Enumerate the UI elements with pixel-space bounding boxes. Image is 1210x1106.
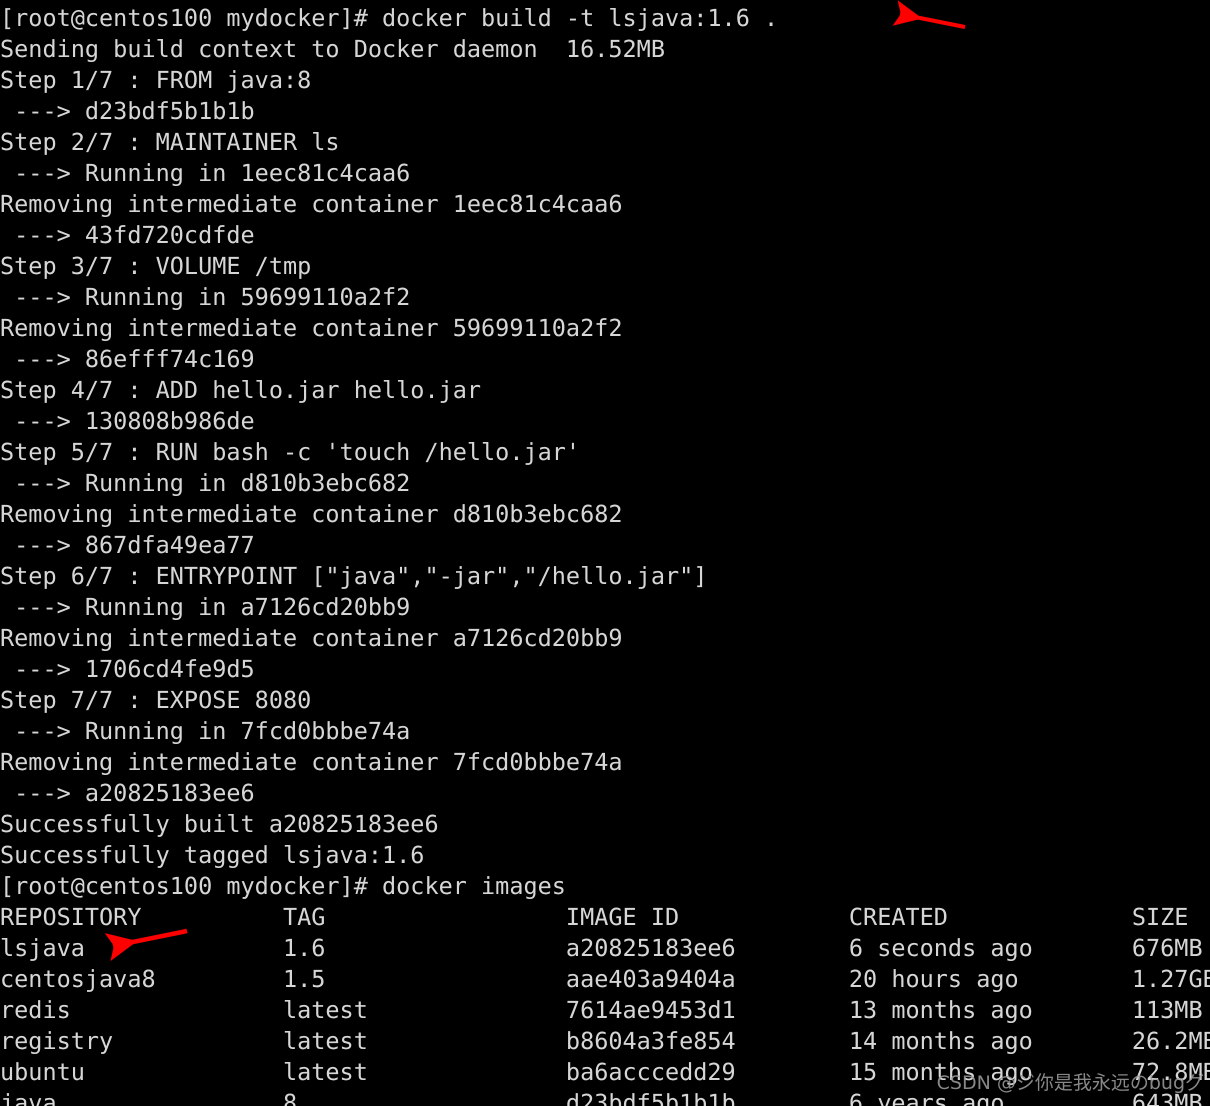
terminal-line: ---> Running in 59699110a2f2 (0, 283, 411, 311)
terminal-line: Step 1/7 : FROM java:8 (0, 66, 312, 94)
terminal-line: Step 5/7 : RUN bash -c 'touch /hello.jar… (0, 438, 581, 466)
terminal-line: Removing intermediate container 1eec81c4… (0, 190, 623, 218)
terminal-line: [root@centos100 mydocker]# docker build … (0, 4, 779, 32)
terminal-line: Step 4/7 : ADD hello.jar hello.jar (0, 376, 482, 404)
arrow-build-command (892, 0, 966, 30)
terminal-line: ---> 86efff74c169 (0, 345, 255, 373)
terminal-line: Removing intermediate container d810b3eb… (0, 500, 623, 528)
terminal-line: ---> 43fd720cdfde (0, 221, 255, 249)
terminal-line: Step 7/7 : EXPOSE 8080 (0, 686, 312, 714)
terminal-line: ---> 867dfa49ea77 (0, 531, 255, 559)
terminal-line: ---> Running in 1eec81c4caa6 (0, 159, 411, 187)
terminal-line: redis latest 7614ae9453d1 13 months ago … (0, 996, 1203, 1024)
terminal-line: REPOSITORY TAG IMAGE ID CREATED SIZE (0, 903, 1189, 931)
terminal-line: lsjava 1.6 a20825183ee6 6 seconds ago 67… (0, 934, 1203, 962)
terminal-line: Step 3/7 : VOLUME /tmp (0, 252, 312, 280)
terminal-line: [root@centos100 mydocker]# docker images (0, 872, 566, 900)
csdn-watermark: CSDN @ジ你是我永远のbugグ (936, 1072, 1204, 1094)
terminal-window[interactable]: [root@centos100 mydocker]# docker build … (0, 0, 1210, 1106)
terminal-line: ---> Running in 7fcd0bbbe74a (0, 717, 411, 745)
terminal-line: Sending build context to Docker daemon 1… (0, 35, 665, 63)
terminal-line: Successfully built a20825183ee6 (0, 810, 439, 838)
terminal-line: ---> 130808b986de (0, 407, 255, 435)
terminal-line: Step 6/7 : ENTRYPOINT ["java","-jar","/h… (0, 562, 708, 590)
terminal-line: Step 2/7 : MAINTAINER ls (0, 128, 340, 156)
terminal-line: registry latest b8604a3fe854 14 months a… (0, 1027, 1210, 1055)
terminal-line: ---> d23bdf5b1b1b (0, 97, 255, 125)
terminal-line: Removing intermediate container 59699110… (0, 314, 623, 342)
terminal-line: Removing intermediate container 7fcd0bbb… (0, 748, 623, 776)
terminal-line: ---> Running in a7126cd20bb9 (0, 593, 411, 621)
terminal-line: ---> 1706cd4fe9d5 (0, 655, 255, 683)
terminal-line: Successfully tagged lsjava:1.6 (0, 841, 425, 869)
terminal-line: ---> a20825183ee6 (0, 779, 255, 807)
terminal-line: ---> Running in d810b3ebc682 (0, 469, 411, 497)
terminal-line: centosjava8 1.5 aae403a9404a 20 hours ag… (0, 965, 1210, 993)
terminal-line: Removing intermediate container a7126cd2… (0, 624, 623, 652)
